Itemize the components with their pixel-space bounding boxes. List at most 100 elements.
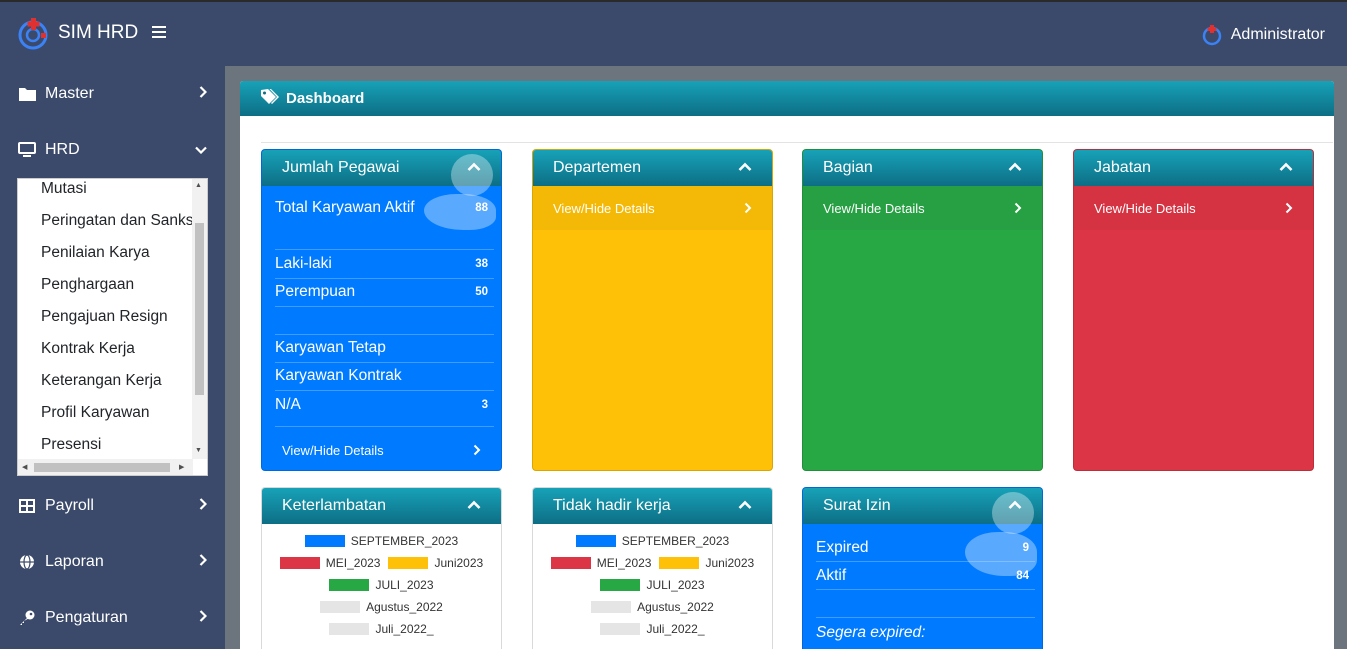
view-hide-details-button[interactable]: View/Hide Details [533,186,772,230]
view-hide-details-button[interactable]: View/Hide Details [262,428,501,470]
chevron-right-icon [199,553,208,571]
chevron-up-icon[interactable] [1008,160,1022,174]
legend-item[interactable]: Agustus_2022 [591,600,714,614]
sidebar-item-pengaturan[interactable]: Pengaturan [0,590,225,646]
submenu-item-mutasi[interactable]: Mutasi [18,179,193,201]
legend-swatch [388,557,429,569]
legend-row: MEI_2023 Juni2023 [533,556,772,570]
card-body: Expired 9 Aktif 84 Segera expired: [803,524,1042,649]
card-departemen: Departemen View/Hide Details [532,149,773,471]
scroll-right-icon[interactable]: ▶ [179,463,184,471]
stat-label: Perempuan [275,283,356,300]
legend-item[interactable]: MEI_2023 [279,556,381,570]
legend-label: MEI_2023 [325,556,381,570]
legend-item[interactable]: Juni2023 [659,556,754,570]
details-label: View/Hide Details [823,200,925,216]
card-jabatan: Jabatan View/Hide Details [1073,149,1314,471]
view-hide-details-button[interactable]: View/Hide Details [1074,186,1313,230]
legend-row: MEI_2023 Juni2023 [262,556,501,570]
menu-toggle-icon[interactable] [152,26,166,38]
divider [261,142,1333,143]
sidebar-item-master[interactable]: Master [0,66,225,122]
submenu-item-presensi[interactable]: Presensi [18,425,193,457]
legend-swatch [329,579,370,591]
stat-perempuan: Perempuan 50 [275,278,494,306]
horizontal-scrollbar[interactable]: ◀ ▶ [18,459,193,475]
sidebar-item-payroll[interactable]: Payroll [0,478,225,534]
table-icon [18,497,36,515]
scroll-up-icon[interactable]: ▲ [195,182,202,189]
submenu-item-penghargaan[interactable]: Penghargaan [18,265,193,297]
vertical-scrollbar[interactable]: ▲ ▼ [192,179,207,459]
legend-item[interactable]: Juni2023 [388,556,483,570]
app-logo-icon [16,16,50,50]
legend-item[interactable]: SEPTEMBER_2023 [304,534,458,548]
stat-label: Karyawan Tetap [275,339,386,356]
sidebar-item-label: HRD [45,141,80,158]
legend-item[interactable]: JULI_2023 [600,578,705,592]
legend-label: Agustus_2022 [637,600,714,614]
count-badge: 84 [1016,570,1029,582]
chevron-up-icon[interactable] [1279,160,1293,174]
legend-swatch [575,535,616,547]
sidebar-item-hrd[interactable]: HRD [0,122,225,178]
chevron-up-icon[interactable] [738,160,752,174]
legend-item[interactable]: Agustus_2022 [320,600,443,614]
legend-item[interactable]: Juli_2022_ [329,622,434,636]
key-icon [18,609,36,627]
chevron-up-icon[interactable] [467,498,481,512]
card-title: Jumlah Pegawai [282,159,400,176]
legend-swatch [600,623,641,635]
chevron-down-icon [195,141,207,159]
chevron-up-icon[interactable] [738,498,752,512]
scrollbar-thumb[interactable] [195,223,204,395]
legend-item[interactable]: JULI_2023 [329,578,434,592]
page-header: Dashboard [240,81,1334,116]
submenu-item-kontrak[interactable]: Kontrak Kerja [18,329,193,361]
legend-label: SEPTEMBER_2023 [621,534,730,548]
scrollbar-thumb[interactable] [34,463,170,472]
legend-row: Juli_2022_ [262,622,501,636]
scroll-down-icon[interactable]: ▼ [195,447,202,454]
decorative-blob [424,194,496,230]
sidebar-item-label: Payroll [45,497,94,514]
card-surat-izin: Surat Izin Expired 9 Aktif 84 Segera exp… [802,487,1043,649]
app-title: SIM HRD [58,22,139,43]
sidebar-item-label: Master [45,85,94,102]
stat-karyawan-tetap: Karyawan Tetap [275,334,494,362]
details-label: View/Hide Details [1094,200,1196,216]
scroll-left-icon[interactable]: ◀ [22,463,27,471]
brand[interactable]: SIM HRD [16,16,138,50]
dashboard-panel: Dashboard Jumlah Pegawai Total Karyawan … [240,81,1334,649]
legend-swatch [550,557,591,569]
stat-label: Aktif [816,567,847,584]
chevron-right-icon [199,609,208,627]
submenu-item-keterangan[interactable]: Keterangan Kerja [18,361,193,393]
count-badge: 38 [475,258,488,270]
divider [816,617,1035,618]
user-avatar-icon [1201,24,1223,46]
legend-item[interactable]: MEI_2023 [550,556,651,570]
segera-expired-label: Segera expired: [816,619,1035,647]
submenu-item-penilaian[interactable]: Penilaian Karya [18,233,193,265]
legend-row: SEPTEMBER_2023 [262,534,501,548]
submenu-item-resign[interactable]: Pengajuan Resign [18,297,193,329]
user-menu[interactable]: Administrator [1201,24,1325,46]
submenu-item-peringatan[interactable]: Peringatan dan Sanksi [18,201,193,233]
submenu-item-profil[interactable]: Profil Karyawan [18,393,193,425]
legend-item[interactable]: SEPTEMBER_2023 [575,534,730,548]
legend-swatch [591,601,632,613]
view-hide-details-button[interactable]: View/Hide Details [803,186,1042,230]
stat-label: Karyawan Kontrak [275,367,402,384]
legend-item[interactable]: Juli_2022_ [600,622,705,636]
card-jumlah-pegawai: Jumlah Pegawai Total Karyawan Aktif 88 L… [261,149,502,471]
legend-swatch [320,601,361,613]
legend-swatch [659,557,700,569]
card-header: Departemen [533,150,772,186]
stat-label: Total Karyawan Aktif [275,199,415,216]
sidebar-item-laporan[interactable]: Laporan [0,534,225,590]
stat-expired: Expired 9 [816,534,1035,562]
card-title: Departemen [553,159,642,176]
card-title: Keterlambatan [282,497,387,514]
legend-row: SEPTEMBER_2023 [533,534,772,548]
